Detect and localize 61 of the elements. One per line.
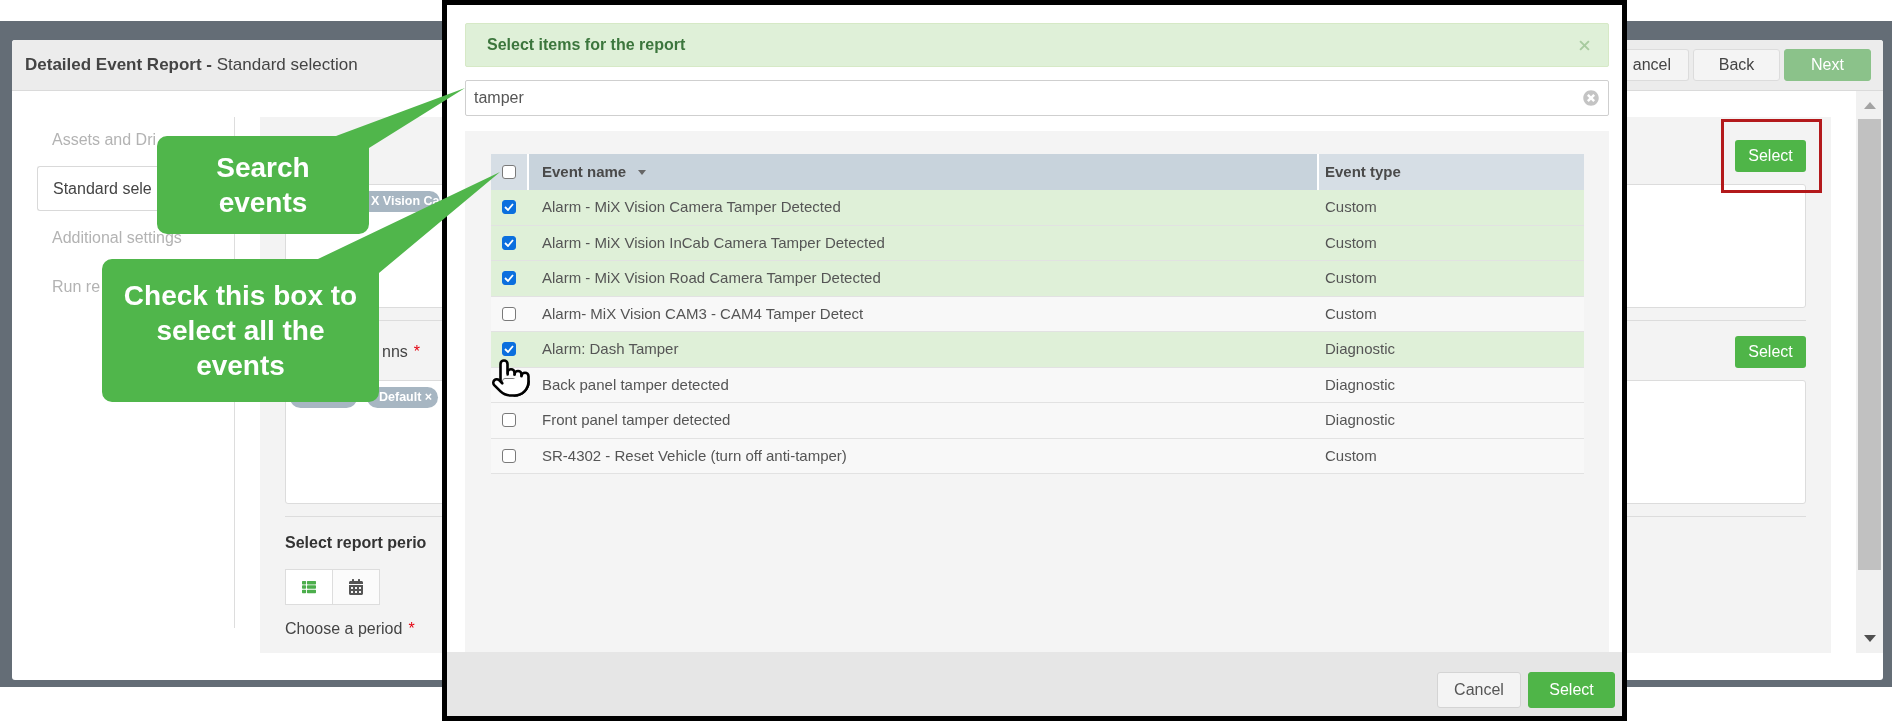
table-cell-text: SR-4302 - Reset Vehicle (turn off anti-tamper) [541, 445, 848, 466]
checkbox[interactable] [502, 200, 516, 215]
checkbox[interactable] [502, 342, 516, 357]
header-button[interactable]: ancel [1627, 49, 1689, 81]
checkmark-icon [504, 203, 514, 212]
required-asterisk: * [408, 619, 415, 639]
sort-caret-icon [638, 169, 647, 175]
table-row[interactable]: Alarm - MiX Vision Road Camera Tamper Detected Custom [491, 261, 1584, 297]
table-cell-text: Custom [1324, 445, 1378, 466]
scroll-up-arrow-icon[interactable] [1863, 102, 1876, 109]
table-row[interactable]: Alarm - MiX Vision InCab Camera Tamper Detected Custom [491, 225, 1584, 261]
checkbox[interactable] [502, 271, 516, 286]
table-cell-text: Diagnostic [1324, 410, 1397, 430]
table-cell-text: Front panel tamper detected [541, 410, 732, 430]
required-asterisk: * [413, 342, 421, 362]
table-cell-text: Alarm - MiX Vision InCab Camera Tamper Detected [541, 232, 886, 253]
list-icon [301, 580, 317, 594]
table-row[interactable]: Alarm: Dash Tamper Diagnostic [491, 332, 1584, 368]
cancel-button[interactable]: Cancel [1437, 672, 1521, 708]
table-cell-text: Alarm - MiX Vision Camera Tamper Detected [541, 197, 842, 217]
table-cell-text: Alarm- MiX Vision CAM3 - CAM4 Tamper Detect [541, 303, 865, 324]
checkbox[interactable] [502, 235, 516, 250]
table-row[interactable]: Front panel tamper detected Diagnostic [491, 403, 1584, 439]
scroll-down-arrow-icon[interactable] [1863, 635, 1876, 642]
scrollbar-track[interactable] [1856, 91, 1883, 653]
table-row[interactable]: Alarm- MiX Vision CAM3 - CAM4 Tamper Detect Custom [491, 296, 1584, 332]
checkmark-icon [504, 238, 514, 247]
callout-text: Search events [215, 151, 311, 220]
window-title: Detailed Event Report - Standard selection [25, 54, 358, 77]
table-cell-text: Diagnostic [1324, 339, 1397, 359]
header-button[interactable]: Back [1693, 49, 1780, 81]
table-cell-text: Alarm - MiX Vision Road Camera Tamper Detected [541, 268, 882, 288]
field-label: Choose a period [285, 619, 403, 639]
column-header[interactable]: Event type [1317, 154, 1584, 190]
checkmark-icon [504, 274, 514, 283]
checkbox[interactable] [502, 448, 516, 463]
calendar-icon [349, 579, 363, 595]
dialog-title: Select items for the report [487, 35, 686, 55]
table-cell-text: Alarm: Dash Tamper [541, 339, 680, 359]
hand-cursor-icon [490, 357, 532, 399]
table-cell-text: Custom [1324, 303, 1378, 324]
checkbox[interactable] [502, 413, 516, 428]
table-row[interactable]: Alarm - MiX Vision Camera Tamper Detected Custom [491, 190, 1584, 226]
period-heading: Select report perio [285, 533, 427, 553]
section-label: nns [382, 342, 408, 362]
scrollbar-thumb[interactable] [1858, 119, 1881, 570]
table-cell-text: Custom [1324, 268, 1378, 288]
checkbox[interactable] [502, 165, 516, 179]
table-cell-text: Custom [1324, 232, 1378, 253]
table-row[interactable]: Back panel tamper detected Diagnostic [491, 367, 1584, 403]
table-cell-text: Back panel tamper detected [541, 374, 730, 395]
checkbox[interactable] [502, 306, 516, 321]
column-header[interactable]: Event name [527, 154, 1317, 190]
calendar-view-button[interactable] [332, 569, 380, 605]
table-row[interactable]: SR-4302 - Reset Vehicle (turn off anti-tamper) Custom [491, 438, 1584, 474]
step-item[interactable]: Standard sele [37, 166, 157, 211]
search-field[interactable]: tamper [465, 80, 1609, 116]
callout-text: Check this box to select all the events [122, 279, 359, 383]
checkmark-icon [504, 345, 514, 354]
table-cell-text: Diagnostic [1324, 374, 1397, 395]
table-cell-text: Custom [1324, 197, 1378, 217]
